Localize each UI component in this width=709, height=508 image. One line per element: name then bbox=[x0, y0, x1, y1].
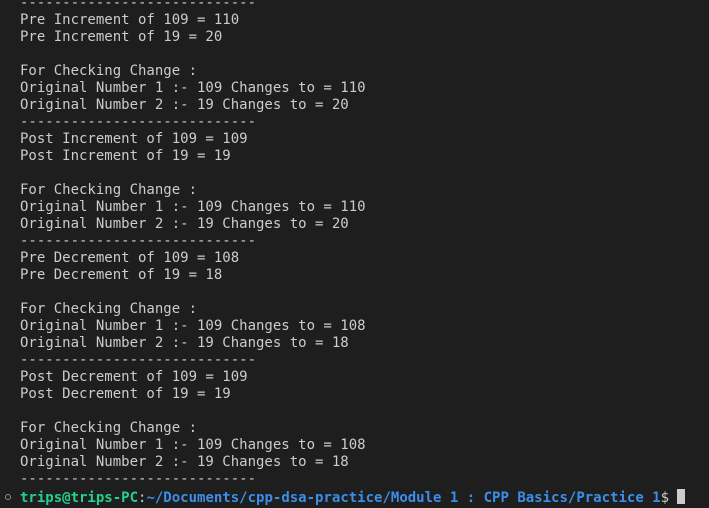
output-line: ---------------------------- bbox=[20, 0, 257, 11]
output-line: For Checking Change : bbox=[20, 420, 198, 436]
output-line: Post Decrement of 19 = 19 bbox=[20, 386, 231, 402]
output-line: Post Increment of 19 = 19 bbox=[20, 148, 231, 164]
output-line: For Checking Change : bbox=[20, 182, 198, 198]
output-line: Original Number 2 :- 19 Changes to = 18 bbox=[20, 335, 349, 351]
prompt-symbol: $ bbox=[660, 490, 670, 506]
terminal-output: ---------------------------- Pre Incremen… bbox=[20, 0, 366, 488]
output-line: Pre Decrement of 19 = 18 bbox=[20, 267, 223, 283]
command-prompt[interactable]: trips@trips-PC:~/Documents/cpp-dsa-pract… bbox=[0, 489, 686, 506]
output-line: Post Decrement of 109 = 109 bbox=[20, 369, 248, 385]
output-line: Original Number 2 :- 19 Changes to = 20 bbox=[20, 97, 349, 113]
output-line: Original Number 2 :- 19 Changes to = 18 bbox=[20, 454, 349, 470]
output-line: Original Number 1 :- 109 Changes to = 11… bbox=[20, 199, 366, 215]
output-line: ---------------------------- bbox=[20, 233, 257, 249]
command-status-icon[interactable] bbox=[5, 494, 11, 500]
output-line: Original Number 1 :- 109 Changes to = 10… bbox=[20, 318, 366, 334]
output-line: For Checking Change : bbox=[20, 63, 198, 79]
output-line: Pre Increment of 19 = 20 bbox=[20, 29, 223, 45]
output-line: ---------------------------- bbox=[20, 114, 257, 130]
prompt-path: ~/Documents/cpp-dsa-practice/Module 1 : … bbox=[146, 490, 661, 506]
terminal-window[interactable]: ---------------------------- Pre Incremen… bbox=[0, 0, 709, 508]
output-line: Original Number 1 :- 109 Changes to = 11… bbox=[20, 80, 366, 96]
output-line: ---------------------------- bbox=[20, 352, 257, 368]
output-line: ---------------------------- bbox=[20, 471, 257, 487]
output-line: For Checking Change : bbox=[20, 301, 198, 317]
prompt-user-host: trips@trips-PC bbox=[20, 490, 139, 506]
output-line: Pre Increment of 109 = 110 bbox=[20, 12, 240, 28]
output-line: Original Number 2 :- 19 Changes to = 20 bbox=[20, 216, 349, 232]
output-line: Original Number 1 :- 109 Changes to = 10… bbox=[20, 437, 366, 453]
output-line: Pre Decrement of 109 = 108 bbox=[20, 250, 240, 266]
output-line: Post Increment of 109 = 109 bbox=[20, 131, 248, 147]
text-cursor[interactable] bbox=[677, 489, 686, 504]
